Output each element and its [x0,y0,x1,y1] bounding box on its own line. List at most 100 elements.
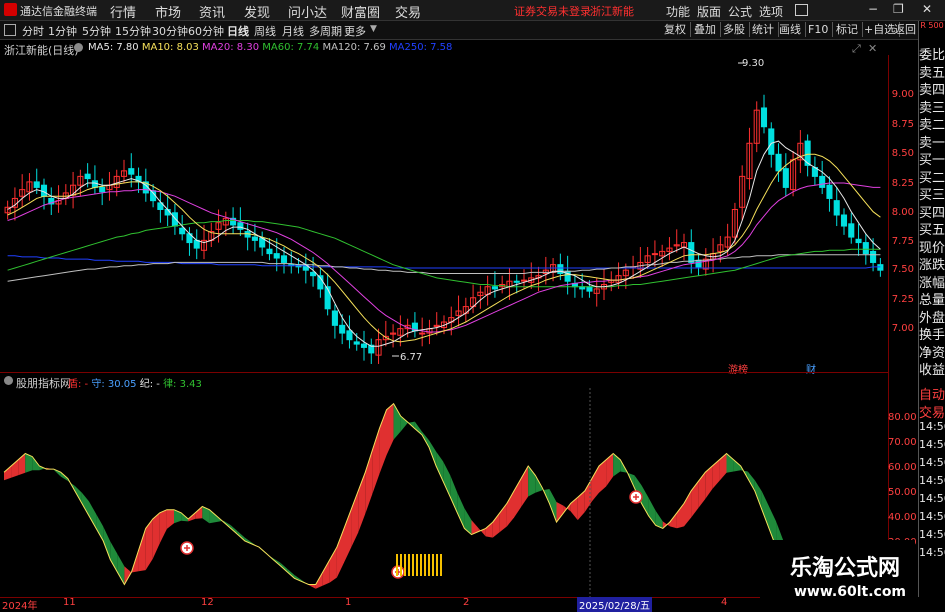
candle-body [855,238,862,244]
period-tab-5min[interactable]: 5分钟 [82,23,111,39]
indicator-band [584,478,592,513]
date-tick: 11 [63,597,76,608]
period-tab-30min[interactable]: 30分钟 [152,23,188,39]
candle-body [870,250,877,263]
maximize-button[interactable]: ❐ [893,2,904,16]
period-tab-weekly[interactable]: 周线 [254,23,276,39]
candle-body [237,222,244,230]
menu-item-trade[interactable]: 交易 [395,2,421,21]
indicator-band [485,522,493,538]
candle-body [266,248,273,255]
indicator-band [641,485,649,516]
menu-item-layout[interactable]: 版面 [697,3,721,20]
trade-time-label: 14:56 [919,510,945,523]
trade-time-label: 14:56 [919,528,945,541]
period-tab-more[interactable]: 更多 [344,23,366,39]
candlestick-chart[interactable] [0,55,888,375]
event-label-list[interactable]: 游榜 [728,361,748,376]
mark-button[interactable]: 标记 [832,22,863,37]
candle-body [862,242,869,255]
price-tick: 7.50 [891,264,914,275]
chevron-down-icon[interactable]: ▼ [370,24,377,34]
menu-item-quotes[interactable]: 行情 [110,2,136,21]
order-book-label: 总量 [919,293,945,308]
order-book-label: 涨幅 [919,275,945,291]
order-book-label: 换手 [919,328,945,343]
candle-body [586,286,593,292]
indicator-band [400,416,408,432]
candle-body [760,107,768,128]
menu-item-ask[interactable]: 问小达 [288,2,327,21]
candle-body [688,242,695,263]
panel-toggle-icon[interactable] [4,24,16,36]
period-tab-60min[interactable]: 60分钟 [188,23,224,39]
menu-item-formula[interactable]: 公式 [728,3,752,20]
menu-item-market[interactable]: 市场 [155,2,181,21]
indicator-band [96,513,104,541]
candle-body [171,212,178,227]
period-tab-daily[interactable]: 日线 [227,23,249,39]
indicator-band [556,502,564,523]
indicator-tick: 40.00 [888,512,917,523]
period-tab-monthly[interactable]: 月线 [282,23,304,39]
menu-item-function[interactable]: 功能 [666,3,690,20]
menu-item-news[interactable]: 资讯 [199,2,225,21]
candle-body [273,253,280,259]
period-tab-15min[interactable]: 15分钟 [115,23,151,39]
candle-body [360,343,368,348]
f10-button[interactable]: F10 [804,22,834,37]
order-book-label: 买三 [919,188,945,203]
back-button[interactable]: 返回 [890,22,920,37]
period-tab-multi[interactable]: 多周期 [309,23,342,39]
multi-stock-button[interactable]: 多股 [719,22,750,37]
trade-time-label: 14:56 [919,438,945,451]
date-tick: 1 [345,597,352,608]
settings-gear-icon[interactable] [74,43,83,52]
menu-item-discover[interactable]: 发现 [244,2,270,21]
candle-body [419,332,426,335]
draw-line-button[interactable]: 画线 [775,22,806,37]
indicator-chart[interactable] [0,388,888,597]
event-label-finance[interactable]: 财 [806,361,816,376]
candle-body [877,264,884,271]
candle-body [491,286,498,290]
menu-item-options[interactable]: 选项 [759,3,783,20]
order-book-label: 卖二 [919,118,945,133]
candle-body [128,168,135,175]
period-tab-intraday[interactable]: 分时 [22,23,44,39]
indicator-band [336,528,344,578]
panel-header: R 500 [920,21,944,30]
close-button[interactable]: ✕ [922,2,932,16]
indicator-band [676,503,684,529]
order-book-label: 涨跌 [919,258,945,273]
indicator-settings-icon[interactable] [4,376,13,385]
cursor-date-label: 2025/02/28/五 [577,597,653,612]
indicator-band [719,453,727,481]
overlay-button[interactable]: 叠加 [690,22,721,37]
candle-body [840,214,848,227]
order-book-label: 净资 [919,345,945,361]
indicator-band [152,512,160,559]
expand-icon[interactable]: ⤢ [852,42,861,56]
candle-body [775,153,782,172]
ma60-line [7,220,881,288]
skin-icon[interactable] [795,4,808,16]
indicator-band [761,491,769,529]
trade-login-notice[interactable]: 证券交易未登录 [514,3,591,19]
adjust-button[interactable]: 复权 [660,22,691,37]
price-tick: 8.00 [891,207,914,218]
price-tick: 8.50 [891,148,914,159]
ma250-label: MA250: 7.58 [389,42,453,53]
order-book-label: 收益 [919,363,945,378]
menu-item-wealth-circle[interactable]: 财富圈 [341,2,380,21]
close-panel-icon[interactable]: ✕ [868,42,877,55]
watermark-url: www.60lt.com [794,584,907,600]
ma20-label: MA20: 8.30 [202,42,260,53]
period-tab-1min[interactable]: 1分钟 [48,23,77,39]
minimize-button[interactable]: − [868,2,878,16]
candle-body [251,236,258,241]
date-tick: 2024年 [2,601,38,612]
indicator-band [457,492,465,529]
app-name: 通达信金融终端 [20,5,97,18]
indicator-tick: 80.00 [888,412,917,423]
